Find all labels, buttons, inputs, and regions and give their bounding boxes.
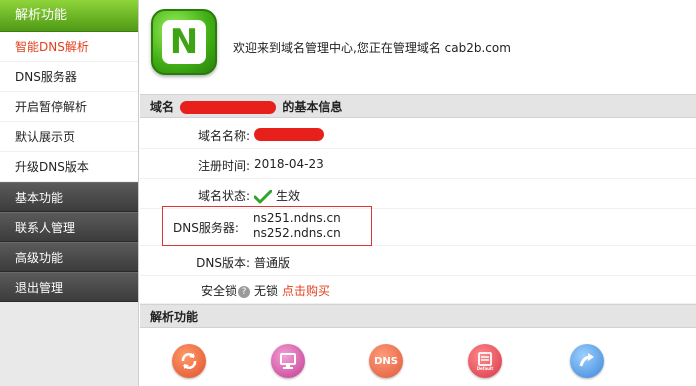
dns-servers-label: DNS服务器: xyxy=(173,221,239,235)
func-label-1 xyxy=(162,381,232,386)
monitor-icon[interactable] xyxy=(271,344,305,378)
sidebar-group-advanced[interactable]: 高级功能 xyxy=(0,242,138,272)
info-section-title: 域名 的基本信息 xyxy=(140,94,696,118)
domain-name-value xyxy=(254,127,324,141)
sidebar-group-contacts[interactable]: 联系人管理 xyxy=(0,212,138,242)
n-logo-icon: N xyxy=(151,9,217,75)
domain-status-label: 域名状态: xyxy=(197,189,250,203)
row-dns-version: DNS版本: 普通版 xyxy=(140,246,696,276)
dns-version-value: 普通版 xyxy=(254,256,291,270)
security-lock-label: 安全锁 xyxy=(200,284,237,298)
sidebar-group-basic[interactable]: 基本功能 xyxy=(0,182,138,212)
checkmark-icon xyxy=(254,189,272,203)
welcome-banner: N 欢迎来到域名管理中心,您正在管理域名 cab2b.com xyxy=(140,0,696,93)
func-label-4 xyxy=(458,381,528,386)
row-register-date: 注册时间: 2018-04-23 xyxy=(140,149,696,179)
dns-version-label: DNS版本: xyxy=(196,256,250,270)
buy-lock-link[interactable]: 点击购买 xyxy=(282,284,330,298)
sidebar: 解析功能 智能DNS解析 DNS服务器 开启暂停解析 默认展示页 升级DNS版本… xyxy=(0,0,139,386)
security-lock-label-wrap: 安全锁? xyxy=(140,282,250,299)
func-label-2 xyxy=(261,381,331,386)
row-security-lock: 安全锁? 无锁 点击购买 xyxy=(140,274,696,304)
register-date-value: 2018-04-23 xyxy=(254,157,324,171)
register-date-label: 注册时间: xyxy=(197,159,250,173)
help-icon[interactable]: ? xyxy=(238,285,250,298)
domain-name-label: 域名名称: xyxy=(197,129,250,143)
func-label-3 xyxy=(359,381,429,386)
logo-letter: N xyxy=(162,20,206,64)
welcome-text: 欢迎来到域名管理中心,您正在管理域名 cab2b.com xyxy=(233,41,511,55)
func-section-title: 解析功能 xyxy=(140,304,696,328)
default-icon-text: Default xyxy=(477,366,494,371)
row-domain-status: 域名状态: 生效 xyxy=(140,179,696,209)
status-text: 生效 xyxy=(276,189,301,203)
sidebar-item-default-page[interactable]: 默认展示页 xyxy=(0,122,138,152)
function-icons: DNS Default xyxy=(140,340,696,386)
dns-highlight-box: DNS服务器: ns251.ndns.cn ns252.ndns.cn xyxy=(162,206,372,246)
info-title-prefix: 域名 xyxy=(150,100,175,114)
domain-status-value: 生效 xyxy=(254,187,300,204)
sidebar-item-upgrade-dns[interactable]: 升级DNS版本 xyxy=(0,152,138,182)
dns-servers-values: ns251.ndns.cn ns252.ndns.cn xyxy=(253,211,341,241)
dns-icon[interactable]: DNS xyxy=(369,344,403,378)
security-lock-value: 无锁 点击购买 xyxy=(254,282,330,299)
sidebar-item-smart-dns[interactable]: 智能DNS解析 xyxy=(0,32,138,62)
dns-server-2: ns252.ndns.cn xyxy=(253,226,341,240)
redacted-domain xyxy=(180,101,277,114)
default-page-icon[interactable]: Default xyxy=(468,344,502,378)
sidebar-submenu: 智能DNS解析 DNS服务器 开启暂停解析 默认展示页 升级DNS版本 xyxy=(0,32,138,182)
dns-server-1: ns251.ndns.cn xyxy=(253,211,341,225)
sidebar-item-dns-server[interactable]: DNS服务器 xyxy=(0,62,138,92)
refresh-icon[interactable] xyxy=(172,344,206,378)
row-dns-servers: DNS服务器: ns251.ndns.cn ns252.ndns.cn xyxy=(140,206,696,246)
info-title-suffix: 的基本信息 xyxy=(282,100,343,114)
main-panel: N 欢迎来到域名管理中心,您正在管理域名 cab2b.com 域名 的基本信息 … xyxy=(140,0,696,386)
sidebar-group-logout[interactable]: 退出管理 xyxy=(0,272,138,302)
lock-status-text: 无锁 xyxy=(254,284,279,298)
sidebar-item-toggle-resolve[interactable]: 开启暂停解析 xyxy=(0,92,138,122)
func-label-5 xyxy=(560,381,630,386)
row-domain-name: 域名名称: xyxy=(140,119,696,149)
sidebar-section-title[interactable]: 解析功能 xyxy=(0,0,138,32)
upgrade-icon[interactable] xyxy=(570,344,604,378)
